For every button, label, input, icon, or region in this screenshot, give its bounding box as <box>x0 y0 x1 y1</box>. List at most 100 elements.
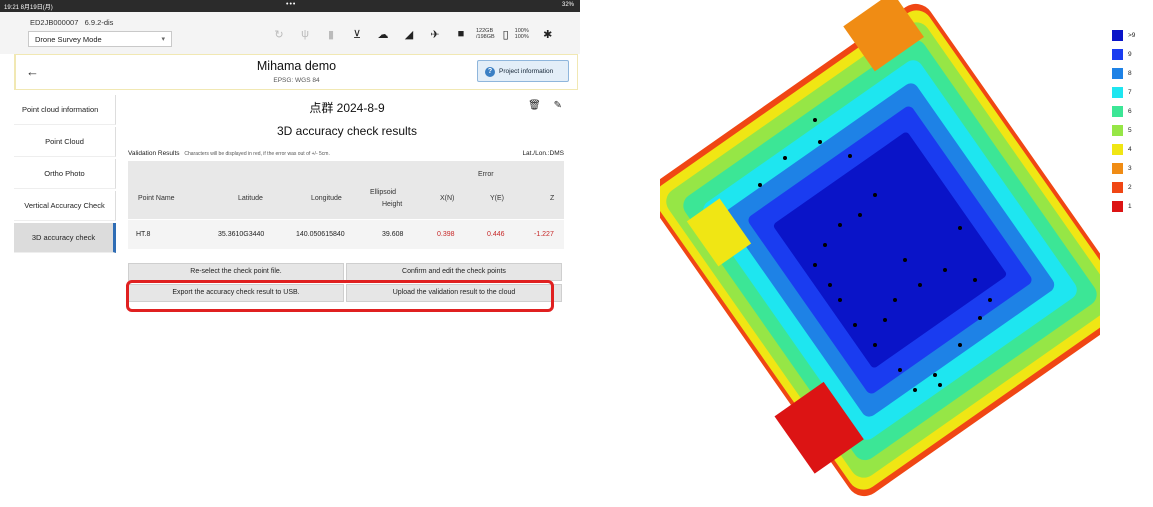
checkpoint-dot <box>813 118 817 122</box>
download-icon[interactable]: ⊻ <box>346 27 368 41</box>
checkpoint-dot <box>898 368 902 372</box>
checkpoint-dot <box>838 298 842 302</box>
sidebar-item-point-cloud-information[interactable]: Point cloud information <box>14 95 116 125</box>
col-z: Z <box>550 195 555 202</box>
checkpoint-dot <box>943 268 947 272</box>
storage-info: 122GB /198GB <box>476 28 495 40</box>
sidebar-item-label: Vertical Accuracy Check <box>24 201 105 210</box>
edit-pencil-icon[interactable]: ✎ <box>554 100 562 111</box>
sidebar-item-vertical-accuracy-check[interactable]: Vertical Accuracy Check <box>14 191 116 221</box>
confirm-edit-checkpoints-button[interactable]: Confirm and edit the check points <box>346 263 562 281</box>
status-battery: 32% <box>561 2 574 8</box>
validation-label-text: Validation Results <box>128 150 180 157</box>
sidebar-item-label: Point cloud information <box>22 105 99 114</box>
folder-icon[interactable]: ■ <box>450 27 472 41</box>
legend-label: 1 <box>1128 203 1132 210</box>
checkpoint-dot <box>848 154 852 158</box>
table-row[interactable]: HT.8 35.3610G3440 140.050615840 39.608 0… <box>128 219 564 249</box>
legend-swatch <box>1112 125 1123 136</box>
validation-note: Characters will be displayed in red, if … <box>184 151 330 157</box>
page-title: 3D accuracy check results <box>276 124 418 138</box>
legend-swatch <box>1112 106 1123 117</box>
reselect-checkpoint-button[interactable]: Re-select the check point file. <box>128 263 344 281</box>
checkpoint-dot <box>813 263 817 267</box>
cloud-icon[interactable]: ☁ <box>372 27 394 41</box>
multitask-dots[interactable]: ••• <box>286 1 296 8</box>
cell-longitude: 140.050615840 <box>296 231 345 238</box>
checkpoint-dot <box>758 183 762 187</box>
checkpoint-dot <box>883 318 887 322</box>
sidebar-item-point-cloud[interactable]: Point Cloud <box>14 127 116 157</box>
legend-label: 7 <box>1128 89 1132 96</box>
project-info-button[interactable]: ? Project information <box>477 60 569 82</box>
density-map-graphic <box>648 0 1132 497</box>
legend-item: 8 <box>1112 64 1135 83</box>
project-info-label: Project information <box>499 68 554 75</box>
legend-label: 2 <box>1128 184 1132 191</box>
trash-icon[interactable]: 🗑 <box>528 100 541 111</box>
checkpoint-dot <box>978 316 982 320</box>
legend-item: 6 <box>1112 102 1135 121</box>
col-ye: Y(E) <box>490 195 504 202</box>
checkpoint-dot <box>828 283 832 287</box>
mode-select[interactable]: Drone Survey Mode ▾ <box>28 31 172 47</box>
legend-item: 1 <box>1112 197 1135 216</box>
col-longitude: Longitude <box>311 195 342 202</box>
refresh-icon[interactable]: ↻ <box>268 27 290 41</box>
sd-card-icon[interactable]: ▮ <box>320 27 342 41</box>
legend-swatch <box>1112 68 1123 79</box>
toolbar-icons: ↻ ψ ▮ ⊻ ☁ ◢ ✈ ■ 122GB /198GB ▯ 100% 100%… <box>268 26 563 42</box>
mode-select-value: Drone Survey Mode <box>35 35 102 44</box>
settings-gear-icon[interactable]: ✱ <box>537 27 559 41</box>
checkpoint-dot <box>988 298 992 302</box>
tablet-app: 19:21 8月19日(月) ••• 32% ED2JB000007 6.9.2… <box>0 0 580 502</box>
device-id: ED2JB000007 <box>30 18 79 27</box>
legend-label: 5 <box>1128 127 1132 134</box>
dataset-title: 点群 2024-8-9 <box>309 101 385 115</box>
checkpoint-dot <box>958 343 962 347</box>
project-header: ← Mihama demo EPSG: WGS 84 ? Project inf… <box>14 54 578 90</box>
highlight-box <box>126 280 554 312</box>
top-toolbar: ED2JB000007 6.9.2-dis Drone Survey Mode … <box>0 12 580 54</box>
legend-item: 4 <box>1112 140 1135 159</box>
legend-label: 9 <box>1128 51 1132 58</box>
sidebar-item-label: Point Cloud <box>45 137 84 146</box>
col-ellipsoid-1: Ellipsoid <box>370 189 397 196</box>
battery-level-b: 100% <box>514 34 529 40</box>
legend-swatch <box>1112 49 1123 60</box>
legend-item: 5 <box>1112 121 1135 140</box>
validation-label: Validation Results Characters will be di… <box>128 150 330 157</box>
legend-label: >9 <box>1128 32 1136 39</box>
signal-icon: ◢ <box>404 28 414 41</box>
col-xn: X(N) <box>440 195 455 202</box>
checkpoint-dot <box>858 213 862 217</box>
coord-format[interactable]: Lat./Lon.:DMS <box>522 150 564 157</box>
cell-z: -1.227 <box>534 231 554 238</box>
legend: >9 9 8 7 6 5 4 3 2 1 <box>1112 26 1135 216</box>
checkpoint-dot <box>838 223 842 227</box>
cell-latitude: 35.3610G3440 <box>218 231 265 238</box>
sidebar: Point cloud information Point Cloud Orth… <box>14 95 116 255</box>
results-table: Point Name Latitude Longitude Ellipsoid … <box>128 161 564 249</box>
chevron-down-icon: ▾ <box>161 36 165 43</box>
legend-label: 3 <box>1128 165 1132 172</box>
legend-item: 9 <box>1112 45 1135 64</box>
legend-swatch <box>1112 144 1123 155</box>
satellite-icon: ✈ <box>430 28 440 41</box>
usb-icon[interactable]: ψ <box>294 27 316 41</box>
legend-swatch <box>1112 182 1123 193</box>
cell-height: 39.608 <box>382 231 404 238</box>
checkpoint-dot <box>823 243 827 247</box>
legend-swatch <box>1112 163 1123 174</box>
legend-label: 8 <box>1128 70 1132 77</box>
status-time: 19:21 8月19日(月) <box>4 5 53 11</box>
col-error: Error <box>478 171 494 178</box>
checkpoint-dot <box>893 298 897 302</box>
checkpoint-dot <box>818 140 822 144</box>
sidebar-item-ortho-photo[interactable]: Ortho Photo <box>14 159 116 189</box>
sidebar-item-3d-accuracy-check[interactable]: 3D accuracy check <box>14 223 116 253</box>
checkpoint-dot <box>903 258 907 262</box>
legend-label: 4 <box>1128 146 1132 153</box>
battery-icon: ▯ <box>502 28 509 41</box>
legend-item: 2 <box>1112 178 1135 197</box>
